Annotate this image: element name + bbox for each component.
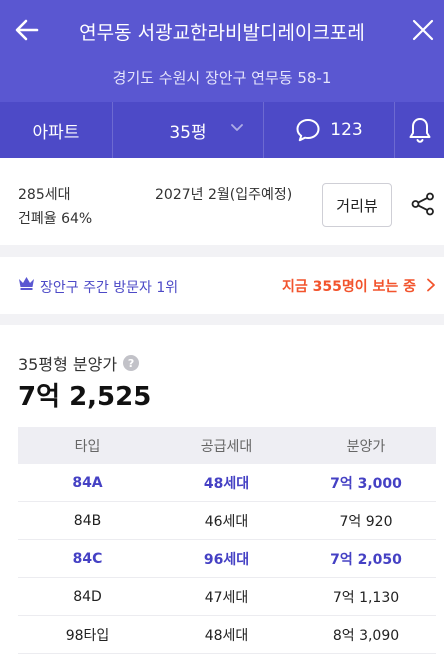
complex-info: 285세대 건폐율 64% 2027년 2월(입주예정) 거리뷰 (0, 158, 444, 245)
cell-price: 7억 3,000 (330, 475, 402, 492)
cell-type: 84B (73, 512, 102, 529)
move-in-date: 2027년 2월(입주예정) (155, 187, 293, 203)
cell-price: 8억 3,090 (332, 627, 400, 644)
price-label: 35평형 분양가 (18, 355, 118, 374)
comment-count: 123 (330, 120, 363, 140)
help-icon[interactable]: ? (123, 355, 140, 371)
cell-type: 98타입 (65, 627, 110, 644)
cell-price: 7억 2,050 (330, 551, 402, 568)
table-row: 84B 46세대 7억 920 (18, 502, 436, 540)
column-header-type: 타입 (74, 438, 101, 455)
tab-bar: 아파트 35평 123 (0, 102, 444, 158)
price-amount: 7억 2,525 (18, 382, 152, 412)
arrow-left-icon[interactable] (14, 17, 40, 43)
street-view-button[interactable]: 거리뷰 (322, 183, 392, 227)
app-header: 연무동 서광교한라비발디레이크포레 경기도 수원시 장안구 연무동 58-1 (0, 0, 444, 102)
bell-icon (409, 118, 430, 143)
address-text: 경기도 수원시 장안구 연무동 58-1 (112, 69, 332, 87)
comments-button[interactable]: 123 (264, 102, 395, 158)
price-table: 타입 공급세대 분양가 84A 48세대 7억 3,000 84B 46세대 7… (18, 427, 436, 654)
price-label-row: 35평형 분양가 ? (18, 351, 140, 375)
cell-supply: 96세대 (203, 551, 250, 568)
speech-bubble-icon (296, 119, 320, 142)
visitor-rank-text: 장안구 주간 방문자 1위 (40, 280, 179, 296)
chevron-right-icon (427, 278, 435, 292)
cell-type: 84D (73, 588, 102, 605)
page-title: 연무동 서광교한라비발디레이크포레 (79, 22, 365, 44)
table-header: 타입 공급세대 분양가 (18, 427, 436, 464)
cell-supply: 48세대 (204, 627, 249, 644)
cell-supply: 46세대 (204, 513, 249, 530)
column-header-supply: 공급세대 (200, 438, 253, 455)
household-count: 285세대 (18, 187, 71, 203)
size-select[interactable]: 35평 (113, 102, 264, 158)
close-icon[interactable] (412, 19, 434, 41)
notification-button[interactable] (395, 102, 444, 158)
tab-property-type-label: 아파트 (32, 122, 80, 143)
table-row: 84C 96세대 7억 2,050 (18, 540, 436, 578)
chevron-down-icon (231, 124, 243, 131)
cell-price: 7억 1,130 (332, 589, 400, 606)
column-header-price: 분양가 (346, 438, 386, 455)
table-row: 98타입 48세대 8억 3,090 (18, 616, 436, 654)
cell-supply: 47세대 (204, 589, 249, 606)
cell-supply: 48세대 (203, 475, 250, 492)
cell-type: 84C (72, 550, 103, 567)
cell-type: 84A (72, 474, 103, 491)
cell-price: 7억 920 (339, 513, 393, 530)
size-select-label: 35평 (169, 122, 207, 143)
table-row: 84D 47세대 7억 1,130 (18, 578, 436, 616)
current-viewers-text: 지금 355명이 보는 중 (281, 279, 416, 295)
crown-icon (19, 277, 34, 290)
share-icon[interactable] (410, 191, 436, 217)
sale-price-section: 35평형 분양가 ? 7억 2,525 타입 공급세대 분양가 84A 48세대… (0, 325, 444, 671)
tab-property-type[interactable]: 아파트 (0, 102, 113, 158)
building-coverage-ratio: 건폐율 64% (18, 211, 93, 227)
table-row: 84A 48세대 7억 3,000 (18, 464, 436, 502)
visitor-banner[interactable]: 장안구 주간 방문자 1위 지금 355명이 보는 중 (0, 257, 444, 314)
